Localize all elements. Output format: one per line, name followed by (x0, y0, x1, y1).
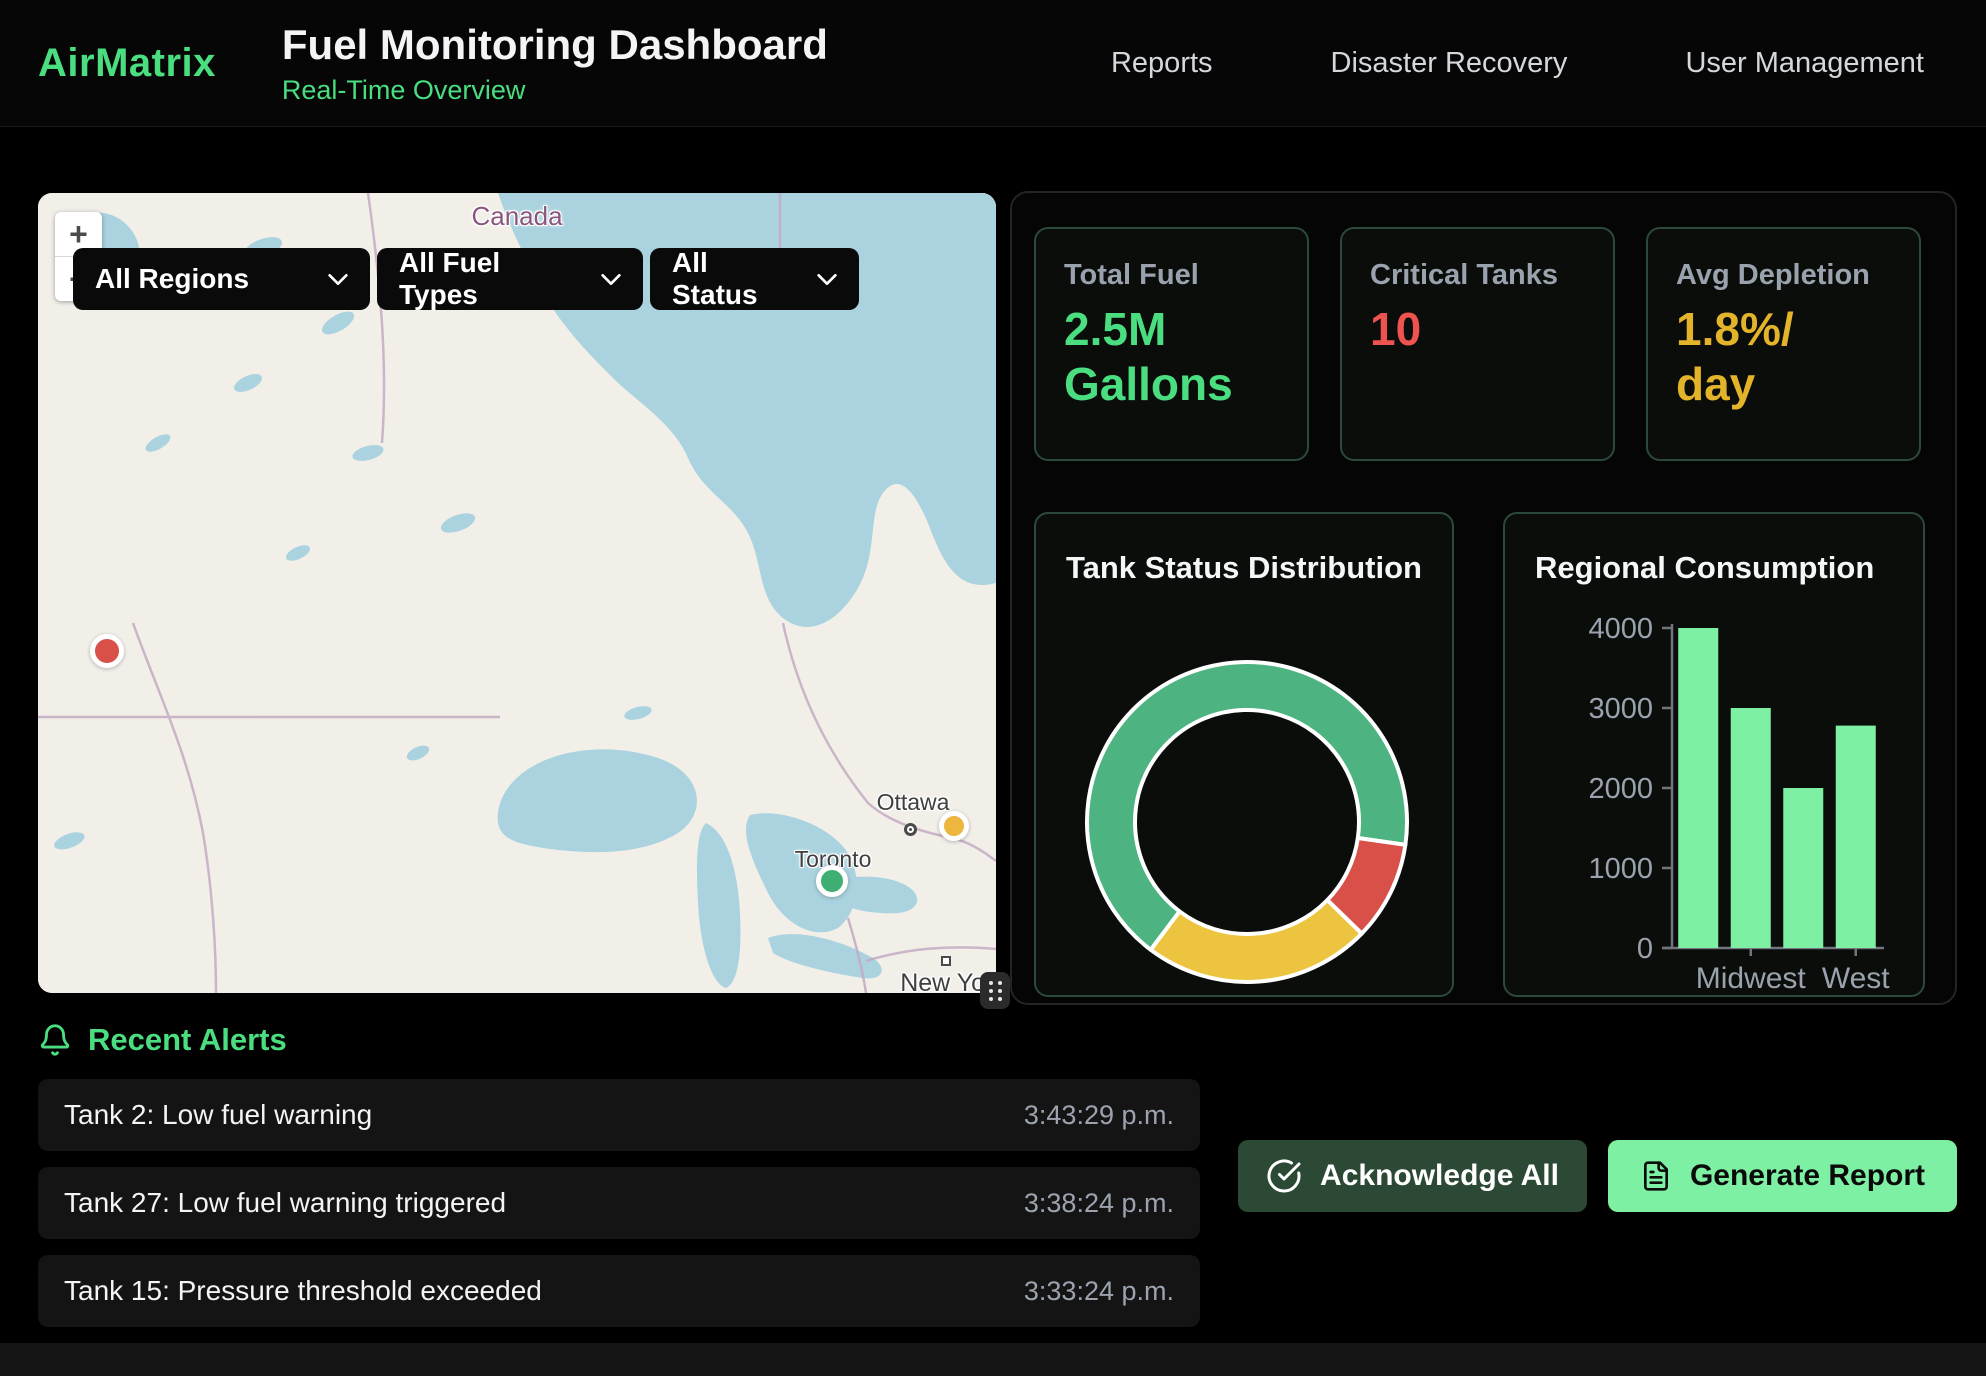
acknowledge-all-button[interactable]: Acknowledge All (1238, 1140, 1587, 1212)
alert-row: Tank 27: Low fuel warning triggered 3:38… (38, 1167, 1200, 1239)
alert-message: Tank 27: Low fuel warning triggered (64, 1187, 506, 1219)
nav-reports[interactable]: Reports (1111, 47, 1213, 80)
chart-title: Regional Consumption (1535, 550, 1874, 586)
stat-value-critical-tanks: 10 (1370, 302, 1585, 357)
map-label-canada: Canada (38, 201, 996, 232)
region-filter-value: All Regions (95, 263, 249, 295)
stats-row: Total Fuel 2.5MGallons Critical Tanks 10… (1034, 227, 1921, 461)
regional-consumption-chart-card: Regional Consumption 0 1000 2000 3000 4000 Mi… (1503, 512, 1925, 997)
chevron-down-icon (328, 273, 348, 286)
acknowledge-all-label: Acknowledge All (1320, 1159, 1559, 1193)
normal-tank-marker[interactable] (816, 865, 848, 897)
regional-consumption-bar-chart: 0 1000 2000 3000 4000 Midwest West (1505, 514, 1925, 997)
alert-message: Tank 15: Pressure threshold exceeded (64, 1275, 542, 1307)
svg-text:Midwest: Midwest (1696, 962, 1807, 995)
warning-tank-marker[interactable] (939, 811, 969, 841)
alert-time: 3:33:24 p.m. (1024, 1276, 1174, 1307)
nav-user-management[interactable]: User Management (1685, 47, 1924, 80)
nav-disaster-recovery[interactable]: Disaster Recovery (1331, 47, 1568, 80)
grip-dots-icon (989, 981, 1002, 1001)
stat-label: Total Fuel (1064, 259, 1279, 292)
tank-status-chart-card: Tank Status Distribution (1034, 512, 1454, 997)
dashboard-page: AirMatrix Fuel Monitoring Dashboard Real… (0, 0, 1986, 1376)
stat-value-total-fuel: 2.5MGallons (1064, 302, 1279, 412)
main-nav: Reports Disaster Recovery User Managemen… (1111, 47, 1986, 80)
fuel-type-filter-value: All Fuel Types (399, 247, 583, 311)
alert-list: Tank 2: Low fuel warning 3:43:29 p.m. Ta… (38, 1079, 1200, 1343)
page-subtitle: Real-Time Overview (282, 75, 828, 106)
stat-value-avg-depletion: 1.8%/day (1676, 302, 1891, 412)
svg-text:2000: 2000 (1588, 773, 1653, 805)
stat-label: Critical Tanks (1370, 259, 1585, 292)
generate-report-button[interactable]: Generate Report (1608, 1140, 1957, 1212)
status-filter-value: All Status (672, 247, 799, 311)
alert-time: 3:38:24 p.m. (1024, 1188, 1174, 1219)
charts-row: Tank Status Distribution Regional Consum… (1034, 512, 1925, 997)
check-circle-icon (1266, 1158, 1302, 1194)
map-resize-handle[interactable] (980, 972, 1010, 1009)
app-header: AirMatrix Fuel Monitoring Dashboard Real… (0, 0, 1986, 127)
page-title: Fuel Monitoring Dashboard (282, 21, 828, 69)
svg-text:4000: 4000 (1588, 613, 1653, 645)
fuel-type-filter-select[interactable]: All Fuel Types (377, 248, 643, 310)
ottawa-city-symbol (904, 823, 917, 836)
chevron-down-icon (817, 273, 837, 286)
alert-row: Tank 15: Pressure threshold exceeded 3:3… (38, 1255, 1200, 1327)
bell-icon (38, 1023, 72, 1057)
chevron-down-icon (601, 273, 621, 286)
footer-strip (0, 1343, 1986, 1376)
fuel-map[interactable]: Canada Ottawa Toronto New York + − All R… (38, 193, 996, 993)
region-filter-select[interactable]: All Regions (73, 248, 370, 310)
chart-title: Tank Status Distribution (1066, 550, 1422, 586)
alerts-title: Recent Alerts (88, 1022, 287, 1058)
file-text-icon (1640, 1160, 1672, 1192)
map-filter-bar: All Regions All Fuel Types All Status (73, 248, 859, 310)
svg-text:West: West (1822, 962, 1890, 995)
stat-card-avg-depletion: Avg Depletion 1.8%/day (1646, 227, 1921, 461)
new-york-city-symbol (941, 956, 951, 966)
alerts-header: Recent Alerts (38, 1022, 287, 1058)
generate-report-label: Generate Report (1690, 1159, 1925, 1193)
stat-card-total-fuel: Total Fuel 2.5MGallons (1034, 227, 1309, 461)
svg-text:0: 0 (1637, 933, 1653, 965)
tank-status-donut-chart (1036, 514, 1454, 997)
alert-time: 3:43:29 p.m. (1024, 1100, 1174, 1131)
critical-tank-marker[interactable] (90, 634, 124, 668)
svg-text:3000: 3000 (1588, 693, 1653, 725)
alert-row: Tank 2: Low fuel warning 3:43:29 p.m. (38, 1079, 1200, 1151)
stat-card-critical-tanks: Critical Tanks 10 (1340, 227, 1615, 461)
brand-logo: AirMatrix (38, 41, 216, 86)
stat-label: Avg Depletion (1676, 259, 1891, 292)
alert-message: Tank 2: Low fuel warning (64, 1099, 372, 1131)
title-block: Fuel Monitoring Dashboard Real-Time Over… (282, 21, 828, 106)
status-filter-select[interactable]: All Status (650, 248, 859, 310)
map-canvas (38, 193, 996, 993)
svg-text:1000: 1000 (1588, 853, 1653, 885)
metrics-panel: Total Fuel 2.5MGallons Critical Tanks 10… (1010, 191, 1957, 1005)
